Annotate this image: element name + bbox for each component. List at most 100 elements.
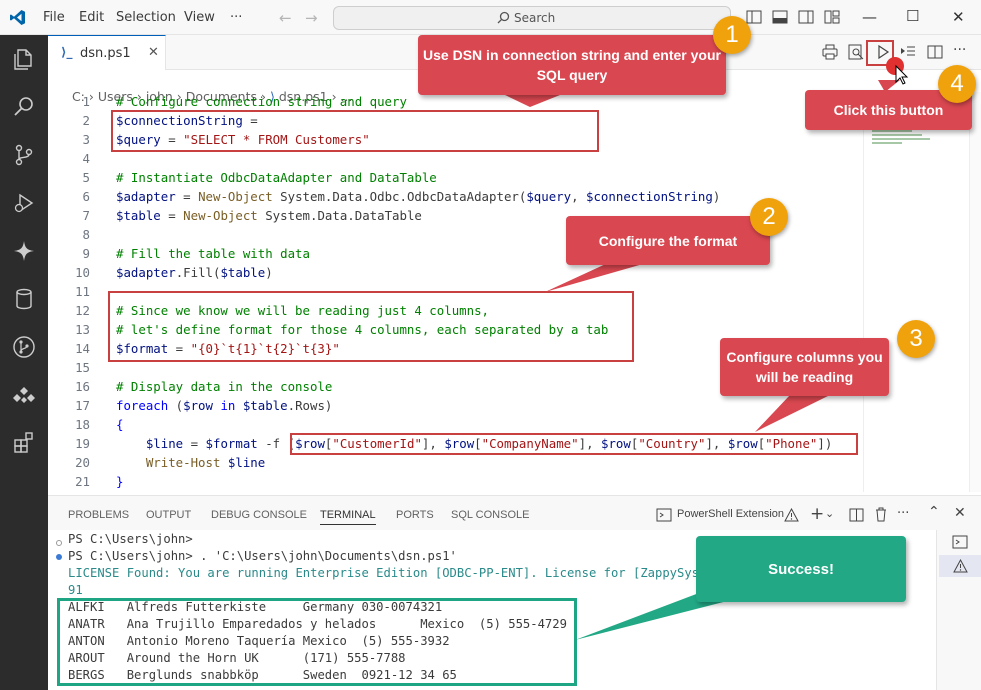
tab-ports[interactable]: PORTS (396, 509, 434, 521)
more-actions-icon[interactable]: ··· (897, 506, 909, 521)
search-icon (497, 11, 510, 24)
activity-bar (0, 35, 48, 690)
terminal-shell-name[interactable]: PowerShell Extension (677, 508, 784, 520)
search-view-icon[interactable] (12, 95, 36, 119)
explorer-icon[interactable] (12, 47, 36, 71)
line-number: 4 (82, 151, 90, 166)
menu-edit[interactable]: Edit (79, 10, 104, 25)
line-number: 20 (75, 455, 90, 470)
database-icon[interactable] (12, 287, 36, 311)
extensions-icon[interactable] (12, 431, 36, 455)
step-badge-2: 2 (750, 198, 788, 236)
callout-success: Success! (696, 536, 906, 602)
kill-terminal-trash-icon[interactable] (874, 507, 888, 522)
code-line[interactable]: $adapter = New-Object System.Data.Odbc.O… (116, 187, 720, 206)
terminal-shell-icon[interactable] (952, 535, 968, 549)
line-number: 11 (75, 284, 90, 299)
code-line[interactable]: $table = New-Object System.Data.DataTabl… (116, 206, 422, 225)
code-line[interactable]: # Display data in the console (116, 377, 332, 396)
split-editor-icon[interactable] (927, 44, 943, 60)
copilot-sparkle-icon[interactable] (12, 239, 36, 263)
minimap-line (872, 134, 922, 136)
code-line[interactable]: # Fill the table with data (116, 244, 310, 263)
close-panel-icon[interactable]: ✕ (954, 505, 966, 521)
code-line[interactable]: Write-Host $line (116, 453, 265, 472)
line-number: 6 (82, 189, 90, 204)
code-line[interactable]: } (116, 472, 123, 491)
line-number: 21 (75, 474, 90, 489)
tab-close-icon[interactable]: ✕ (148, 45, 159, 60)
minimize-icon[interactable]: — (862, 8, 877, 26)
new-terminal-plus-icon[interactable]: + (810, 504, 824, 524)
tab-dsn-ps1[interactable]: ⟩_ dsn.ps1 ✕ (48, 35, 166, 70)
step-badge-4: 4 (938, 65, 976, 103)
close-window-icon[interactable]: ✕ (952, 8, 965, 26)
line-number: 18 (75, 417, 90, 432)
line-number: 10 (75, 265, 90, 280)
tab-debug-console[interactable]: DEBUG CONSOLE (211, 509, 307, 521)
editor-scrollbar[interactable] (969, 92, 981, 492)
callout-format: Configure the format (566, 216, 770, 265)
line-number: 14 (75, 341, 90, 356)
minimap[interactable] (863, 92, 969, 492)
highlight-columns (290, 433, 858, 455)
extension-diamonds-icon[interactable] (12, 383, 36, 407)
tab-terminal[interactable]: TERMINAL (320, 509, 376, 525)
toggle-secondary-sidebar-icon[interactable] (798, 10, 814, 24)
split-terminal-icon[interactable] (849, 508, 864, 522)
highlight-format (108, 291, 634, 362)
code-line[interactable]: $adapter.Fill($table) (116, 263, 273, 282)
terminal-shell-icon (656, 508, 672, 522)
warning-icon (953, 559, 968, 573)
warning-icon (784, 508, 799, 522)
terminal-line: PS C:\Users\john> . 'C:\Users\john\Docum… (68, 549, 457, 563)
line-number: 2 (82, 113, 90, 128)
line-number: 5 (82, 170, 90, 185)
more-actions-icon[interactable]: ··· (953, 42, 966, 58)
tab-sql-console[interactable]: SQL CONSOLE (451, 509, 529, 521)
chevron-down-icon[interactable]: ⌄ (825, 507, 834, 520)
line-number: 1 (82, 94, 90, 109)
maximize-panel-icon[interactable]: ⌃ (928, 504, 940, 520)
run-selection-icon[interactable] (900, 44, 916, 60)
code-line[interactable]: # Configure connection string and query (116, 92, 407, 111)
line-number: 13 (75, 322, 90, 337)
menu-selection[interactable]: Selection (116, 10, 176, 25)
menu-view[interactable]: View (184, 10, 215, 25)
preview-icon[interactable] (848, 44, 864, 60)
highlight-output-rows (57, 598, 577, 686)
minimap-line (872, 142, 902, 144)
source-control-icon[interactable] (12, 143, 36, 167)
title-bar: File Edit Selection View ··· ← → Search … (0, 0, 981, 35)
command-decoration-icon (56, 554, 62, 560)
line-number: 17 (75, 398, 90, 413)
maximize-icon[interactable]: ☐ (906, 7, 919, 25)
back-arrow-icon[interactable]: ← (279, 9, 292, 27)
minimap-line (872, 130, 912, 132)
highlight-connection-query (111, 110, 599, 152)
customize-layout-icon[interactable] (824, 10, 840, 24)
terminal-list-item[interactable] (939, 555, 981, 577)
print-icon[interactable] (822, 44, 838, 60)
git-graph-icon[interactable] (12, 335, 36, 359)
command-search-box[interactable]: Search (333, 6, 731, 30)
terminal-list (936, 530, 981, 690)
code-line[interactable]: # Instantiate OdbcDataAdapter and DataTa… (116, 168, 437, 187)
toggle-panel-icon[interactable] (772, 10, 788, 24)
terminal-line: PS C:\Users\john> (68, 532, 193, 546)
code-line[interactable]: foreach ($row in $table.Rows) (116, 396, 332, 415)
menu-more[interactable]: ··· (230, 10, 242, 25)
line-number: 8 (82, 227, 90, 242)
menu-file[interactable]: File (43, 10, 65, 25)
line-number: 19 (75, 436, 90, 451)
code-line[interactable]: { (116, 415, 123, 434)
tab-output[interactable]: OUTPUT (146, 509, 191, 521)
forward-arrow-icon[interactable]: → (305, 9, 318, 27)
tab-problems[interactable]: PROBLEMS (68, 509, 129, 521)
terminal-line: LICENSE Found: You are running Enterpris… (68, 566, 714, 580)
run-debug-icon[interactable] (12, 191, 36, 215)
line-number: 9 (82, 246, 90, 261)
line-number: 12 (75, 303, 90, 318)
command-decoration-icon (56, 540, 62, 546)
toggle-primary-sidebar-icon[interactable] (746, 10, 762, 24)
